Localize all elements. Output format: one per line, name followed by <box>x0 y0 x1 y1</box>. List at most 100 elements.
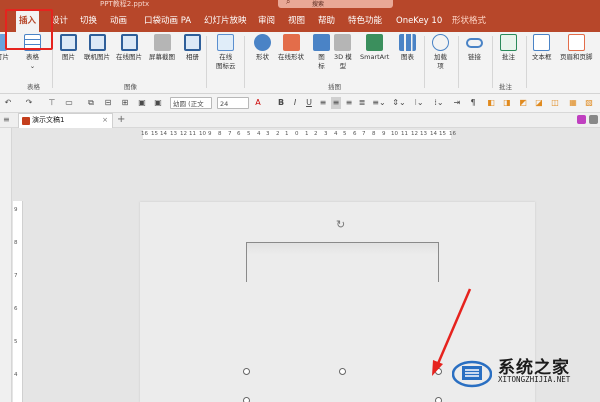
italic-icon[interactable]: I <box>290 97 300 109</box>
align-right-icon[interactable]: ≡ <box>344 97 354 109</box>
resize-handle[interactable] <box>435 397 442 402</box>
link-icon <box>466 38 483 48</box>
ribbon: 灯片 表格 ⌄ 表格 图片 联机图片 在线图片 屏幕截图 相册 图像 在线 图标… <box>0 32 600 94</box>
tab-slide-show[interactable]: 幻灯片放映 <box>204 10 247 32</box>
tab-pocket-animation[interactable]: 口袋动画 PA <box>144 10 191 32</box>
resize-handle[interactable] <box>339 368 346 375</box>
smartart-icon <box>366 34 384 51</box>
thumbnail-pane[interactable] <box>0 128 12 402</box>
resize-handle[interactable] <box>435 368 442 375</box>
addins-button[interactable]: 加载 项 <box>432 34 449 71</box>
album-button[interactable]: 相册 <box>184 34 201 62</box>
group-icon[interactable]: ⊞ <box>120 97 130 109</box>
online-image-button[interactable]: 在线图片 <box>116 34 142 62</box>
font-name-select[interactable]: 幼圆 (正文 <box>170 97 212 109</box>
group-illustrations: 插图 <box>328 83 341 91</box>
picture-button[interactable]: 图片 <box>60 34 77 62</box>
screenshot-icon <box>153 34 171 51</box>
justify-icon[interactable]: ≣ <box>357 97 367 109</box>
online-shapes-button[interactable]: 在线形状 <box>278 34 304 62</box>
ruler-tick: 1 <box>285 131 289 137</box>
shapes-icon <box>254 34 271 51</box>
divider <box>492 36 493 88</box>
ruler-tick: 2 <box>276 131 280 137</box>
tab-help[interactable]: 帮助 <box>318 10 335 32</box>
tab-view[interactable]: 视图 <box>288 10 305 32</box>
document-tabs: ≡ 演示文稿1 × + <box>0 113 600 128</box>
picture-insert-icon[interactable]: ▣ <box>137 97 147 109</box>
add-tab-button[interactable]: + <box>117 113 125 127</box>
tab-features[interactable]: 特色功能 <box>348 10 382 32</box>
align-center-icon[interactable]: ≡ <box>331 97 341 109</box>
3d-model-label-1: 3D 模 <box>334 53 352 61</box>
ruler-tick: 9 <box>14 207 18 213</box>
smartart-button[interactable]: SmartArt <box>360 34 389 62</box>
group-tables: 表格 <box>27 83 40 91</box>
tab-transitions[interactable]: 切换 <box>80 10 97 32</box>
quick-style-icon[interactable]: ◩ <box>518 97 528 109</box>
divider <box>458 36 459 88</box>
online-icon-cloud-button[interactable]: 在线 图标云 <box>216 34 236 71</box>
indent-icon[interactable]: ⇥ <box>452 97 462 109</box>
select-pane-icon[interactable]: ◪ <box>534 97 544 109</box>
link-button[interactable]: 链接 <box>466 34 483 62</box>
underline-icon[interactable]: U <box>304 97 314 109</box>
tab-shape-format[interactable]: 形状格式 <box>452 10 486 32</box>
paragraph-icon[interactable]: ¶ <box>468 97 478 109</box>
ruler-tick: 5 <box>14 339 18 345</box>
smartart-label: SmartArt <box>360 53 390 61</box>
powerpoint-icon <box>22 117 30 125</box>
chart-button[interactable]: 图表 <box>399 34 416 62</box>
online-image-icon <box>120 34 138 51</box>
panel-icon[interactable] <box>589 115 598 124</box>
document-tab[interactable]: 演示文稿1 × <box>18 113 113 128</box>
crop-icon[interactable]: ◫ <box>550 97 560 109</box>
picture-insert-icon-2[interactable]: ▣ <box>153 97 163 109</box>
line-spacing-icon[interactable]: ≡⌄ <box>372 97 386 109</box>
format-painter-icon[interactable]: ⊤ <box>47 97 57 109</box>
tab-design[interactable]: 设计 <box>51 10 68 32</box>
align-left-icon[interactable]: ≡ <box>318 97 328 109</box>
resize-handle[interactable] <box>243 397 250 402</box>
font-color-icon[interactable]: A <box>253 97 263 109</box>
ruler-tick: 8 <box>218 131 222 137</box>
shape-icon[interactable]: ▭ <box>64 97 74 109</box>
align-icon[interactable]: ⊟ <box>103 97 113 109</box>
bold-icon[interactable]: B <box>276 97 286 109</box>
rotate-handle-icon[interactable]: ↻ <box>336 219 348 231</box>
font-size-select[interactable]: 24 <box>217 97 249 109</box>
ungroup-icon[interactable]: ▧ <box>584 97 594 109</box>
ruler-tick: 16 <box>141 131 148 137</box>
arrange-icon[interactable]: ◨ <box>502 97 512 109</box>
resize-handle[interactable] <box>243 368 250 375</box>
divider <box>424 36 425 88</box>
shape-fill-icon[interactable]: ◧ <box>486 97 496 109</box>
online-picture-button[interactable]: 联机图片 <box>84 34 110 62</box>
icons-button[interactable]: 图 标 <box>313 34 330 71</box>
3d-model-button[interactable]: 3D 模 型 <box>334 34 352 71</box>
ruler-tick: 4 <box>257 131 261 137</box>
undo-icon[interactable]: ↶ <box>3 97 13 109</box>
textbox-button[interactable]: 文本框 <box>532 34 552 62</box>
header-footer-button[interactable]: 页眉和页脚 <box>560 34 593 62</box>
screenshot-button[interactable]: 屏幕截图 <box>149 34 175 62</box>
group-objects-icon[interactable]: ▦ <box>568 97 578 109</box>
close-icon[interactable]: × <box>102 114 108 127</box>
bullets-icon[interactable]: ⁝⌄ <box>412 97 426 109</box>
numbering-icon[interactable]: ⁞⌄ <box>432 97 446 109</box>
bring-forward-icon[interactable]: ⧉ <box>86 97 96 109</box>
redo-icon[interactable]: ↷ <box>24 97 34 109</box>
tab-review[interactable]: 审阅 <box>258 10 275 32</box>
picture-label: 图片 <box>62 53 75 61</box>
tab-onekey[interactable]: OneKey 10 <box>396 10 442 32</box>
album-label: 相册 <box>186 53 199 61</box>
ruler-tick: 10 <box>199 131 206 137</box>
selected-shape[interactable] <box>246 242 439 282</box>
tab-animations[interactable]: 动画 <box>110 10 127 32</box>
shapes-button[interactable]: 形状 <box>254 34 271 62</box>
text-direction-icon[interactable]: ⇕⌄ <box>392 97 406 109</box>
menu-icon[interactable]: ≡ <box>3 113 10 127</box>
search-box[interactable]: ⌕ 搜索 <box>278 0 393 8</box>
settings-icon[interactable] <box>577 115 586 124</box>
comment-button[interactable]: 批注 <box>500 34 517 62</box>
